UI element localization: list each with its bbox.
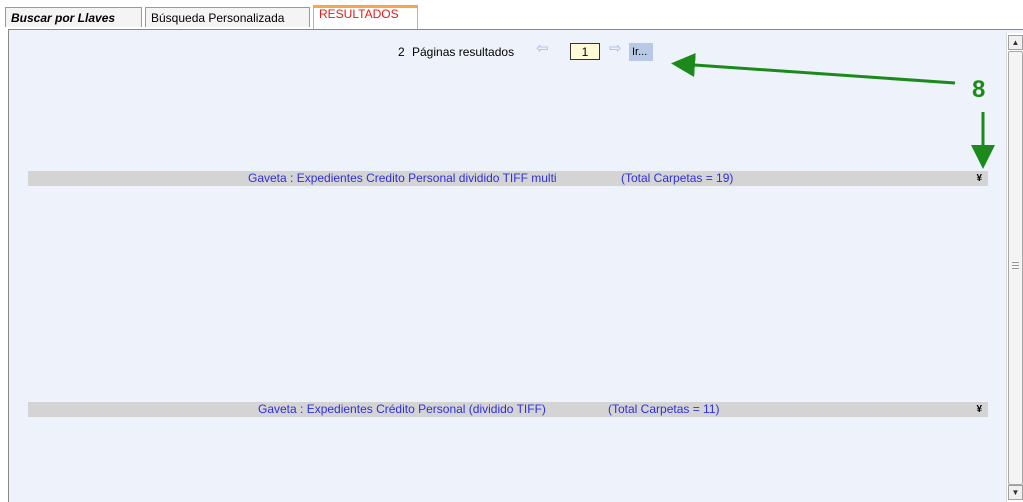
group-title: Gaveta : Expedientes Credito Personal di… — [248, 171, 557, 185]
results-panel — [8, 29, 1023, 502]
vertical-scrollbar[interactable]: ▲ ▼ — [1006, 33, 1023, 502]
scroll-down-button[interactable]: ▼ — [1008, 485, 1023, 500]
double-chevron-down-icon[interactable]: ¥ — [976, 171, 982, 186]
group-bar-2[interactable]: Gaveta : Expedientes Crédito Personal (d… — [28, 402, 988, 417]
tab-bar: Buscar por Llaves Búsqueda Personalizada… — [0, 0, 1023, 30]
page-number-input[interactable] — [570, 43, 600, 60]
arrow-right-icon[interactable]: ⇨ — [609, 37, 622, 61]
group-total: (Total Carpetas = 11) — [608, 402, 720, 416]
double-chevron-down-icon[interactable]: ¥ — [976, 402, 982, 417]
annotation-number: 8 — [972, 76, 986, 103]
group-title: Gaveta : Expedientes Crédito Personal (d… — [258, 402, 546, 416]
tab-busqueda-personalizada[interactable]: Búsqueda Personalizada — [145, 7, 310, 27]
tab-buscar-por-llaves[interactable]: Buscar por Llaves — [5, 7, 142, 27]
group-total: (Total Carpetas = 19) — [621, 171, 734, 185]
arrow-left-icon[interactable]: ⇦ — [536, 37, 549, 61]
group-bar-1[interactable]: Gaveta : Expedientes Credito Personal di… — [28, 171, 988, 186]
scroll-thumb[interactable] — [1008, 51, 1023, 485]
go-button[interactable]: Ir... — [629, 43, 653, 61]
scroll-up-button[interactable]: ▲ — [1008, 35, 1023, 50]
tab-resultados[interactable]: RESULTADOS — [313, 5, 418, 30]
grip-icon — [1012, 262, 1019, 269]
pages-label: Páginas resultados — [412, 45, 515, 59]
page-count: 2 — [398, 45, 405, 59]
